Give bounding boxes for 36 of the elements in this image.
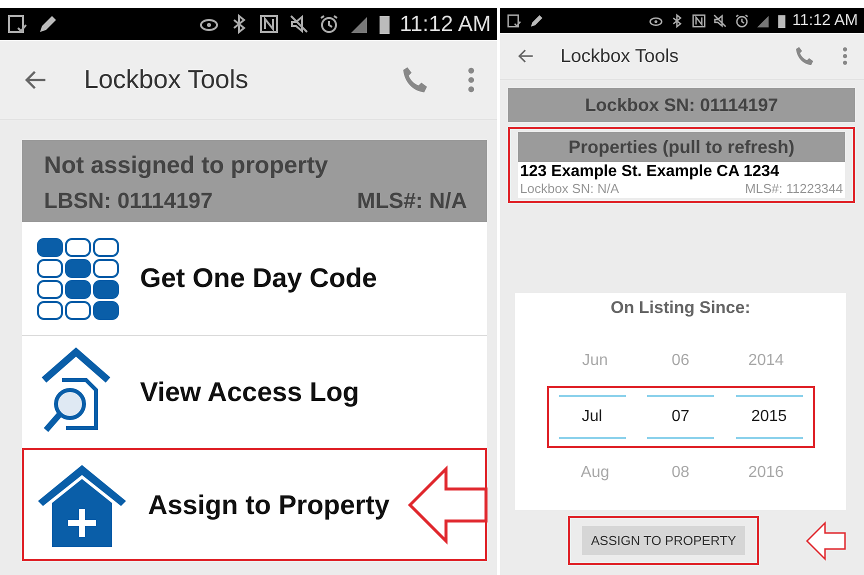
property-item[interactable]: 123 Example St. Example CA 1234 Lockbox SN: N/A MLS#: 11223344: [518, 162, 845, 198]
nfc-icon: [690, 12, 707, 28]
nfc-icon: [258, 13, 280, 35]
assign-button[interactable]: ASSIGN TO PROPERTY: [582, 526, 746, 555]
lockbox-serial: LBSN: 01114197: [44, 188, 213, 214]
status-time: 11:12 AM: [400, 11, 491, 37]
properties-header: Properties (pull to refresh): [518, 132, 845, 162]
toolbar-title: Lockbox Tools: [84, 64, 250, 95]
battery-icon: [777, 12, 787, 28]
pointer-arrow-icon: [408, 464, 488, 546]
month-value: Aug: [580, 464, 610, 482]
status-time: 11:12 AM: [792, 12, 858, 30]
more-menu-icon[interactable]: [466, 66, 475, 94]
mute-icon: [712, 12, 728, 28]
year-value: 2015: [736, 395, 802, 439]
battery-icon: [378, 13, 392, 35]
device-icon: [6, 13, 28, 35]
mute-icon: [288, 13, 310, 35]
month-value: Jul: [558, 395, 626, 439]
day-value: 07: [647, 395, 714, 439]
toolbar-title: Lockbox Tools: [560, 45, 680, 67]
day-value: 06: [670, 352, 690, 370]
picker-title: On Listing Since:: [610, 298, 750, 318]
more-menu-icon[interactable]: [842, 46, 848, 66]
picker-row[interactable]: Jul 07 2015: [546, 386, 814, 448]
menu-item[interactable]: Assign to Property: [22, 448, 487, 561]
day-value: 08: [670, 464, 690, 482]
lockbox-serial-header: Lockbox SN: 01114197: [508, 88, 855, 122]
alarm-clock-icon: [734, 12, 750, 28]
month-value: Jun: [581, 352, 609, 370]
year-value: 2014: [747, 352, 785, 370]
device-icon: [506, 12, 522, 28]
year-value: 2016: [747, 464, 785, 482]
mls-number: MLS#: N/A: [357, 188, 467, 214]
lockbox-status: Not assigned to property: [44, 152, 330, 180]
alarm-clock-icon: [318, 13, 340, 35]
